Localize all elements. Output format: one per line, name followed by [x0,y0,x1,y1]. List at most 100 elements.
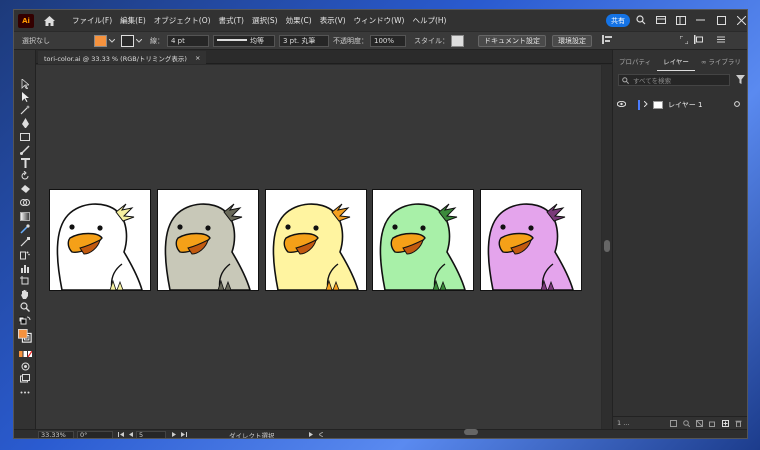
layer-row[interactable]: レイヤー 1 [613,98,747,112]
close-icon[interactable] [734,13,747,27]
first-artboard-icon[interactable] [118,431,124,438]
layer-count: 1 ... [617,419,630,427]
bird-illustration [164,203,251,290]
filter-icon[interactable] [736,75,745,86]
document-setup-button[interactable]: ドキュメント設定 [478,34,546,47]
chevron-down-icon[interactable] [135,37,143,45]
shape-builder-tool-icon[interactable] [18,196,32,208]
paintbrush-tool-icon[interactable] [18,144,32,156]
panel-menu-icon[interactable] [717,36,725,45]
tab-layers[interactable]: レイヤー [657,54,695,71]
transform-icon[interactable] [679,35,689,46]
symbol-sprayer-tool-icon[interactable] [18,249,32,261]
home-icon[interactable] [42,14,56,28]
gradient-tool-icon[interactable] [18,210,32,222]
chevron-right-icon[interactable] [643,100,648,109]
search-placeholder: すべてを検索 [633,77,672,85]
tab-properties[interactable]: プロパティ [613,54,657,70]
tab-libraries-label: ライブラリ [708,58,741,66]
new-layer-icon[interactable] [722,419,729,427]
horizontal-scroll-thumb[interactable] [464,429,478,435]
more-tools-icon[interactable] [18,386,32,398]
graphic-style-swatch[interactable] [451,34,464,47]
artboard-2[interactable] [157,189,259,291]
menu-window[interactable]: ウィンドウ(W) [350,10,409,31]
hand-tool-icon[interactable] [18,288,32,300]
tab-libraries[interactable]: ∞ ライブラリ [695,54,747,70]
status-menu-icon[interactable] [308,431,313,438]
artboard-4[interactable] [372,189,474,291]
workspace-icon[interactable] [674,13,688,27]
eraser-tool-icon[interactable] [18,183,32,195]
align-icon[interactable] [602,35,614,46]
canvas[interactable] [36,65,601,429]
selection-tool-icon[interactable] [18,78,32,90]
document-tab[interactable]: tori-color.ai @ 33.33 % (RGB/トリミング表示) × [38,51,207,64]
rotate-tool-icon[interactable] [18,170,32,182]
artboard-number-field[interactable]: 5 [136,430,166,438]
brush-dropdown[interactable]: 3 pt. 丸筆 [279,34,329,47]
eye-icon[interactable] [616,100,627,109]
share-button[interactable]: 共有 [606,14,630,27]
layers-search-input[interactable]: すべてを検索 [618,74,730,86]
previous-artboard-icon[interactable] [129,431,133,438]
locate-icon[interactable] [683,419,690,427]
rectangle-tool-icon[interactable] [18,131,32,143]
fill-stroke-swatches[interactable] [18,327,32,345]
stroke-style-dropdown[interactable]: 均等 [213,34,275,47]
opacity-field[interactable]: 100% [370,34,406,47]
color-mode-icon[interactable] [18,348,32,360]
maximize-icon[interactable] [714,13,728,27]
zoom-tool-icon[interactable] [18,301,32,313]
graph-tool-icon[interactable] [18,262,32,274]
search-icon[interactable] [634,13,648,27]
chevron-down-icon[interactable] [108,37,116,45]
magic-wand-tool-icon[interactable] [18,104,32,116]
direct-selection-tool-icon[interactable] [18,91,32,103]
close-tab-icon[interactable]: × [195,54,200,62]
new-sublayer-icon[interactable] [709,420,716,427]
type-tool-icon[interactable] [18,157,32,169]
trash-icon[interactable] [735,420,742,427]
distribute-icon[interactable] [694,35,705,46]
artboard-tool-icon[interactable] [18,275,32,287]
menu-object[interactable]: オブジェクト(O) [150,10,215,31]
preferences-button[interactable]: 環境設定 [552,34,592,47]
layer-thumbnail [653,101,663,109]
menu-type[interactable]: 書式(T) [215,10,248,31]
bird-eye-left [177,224,183,230]
vertical-scroll-thumb[interactable] [604,240,610,252]
stroke-color-swatch[interactable] [121,34,134,47]
zoom-value: 33.33% [41,431,66,439]
artboard-1[interactable] [49,189,151,291]
rotation-field[interactable]: 0° [77,430,113,439]
default-colors-icon[interactable] [18,314,32,326]
menu-view[interactable]: 表示(V) [316,10,350,31]
screen-mode-icon[interactable] [18,372,32,384]
rotation-value: 0° [80,431,88,439]
artboard-5[interactable] [480,189,582,291]
zoom-field[interactable]: 33.33% [38,430,74,439]
export-icon[interactable] [670,419,677,427]
next-artboard-icon[interactable] [172,431,176,438]
scroll-left-icon[interactable] [317,431,323,438]
eyedropper-tool-icon[interactable] [18,223,32,235]
menu-help[interactable]: ヘルプ(H) [408,10,450,31]
minimize-icon[interactable] [694,13,708,27]
layer-target-icon[interactable] [734,101,740,109]
bird-eye-left [285,224,291,230]
artboard-3[interactable] [265,189,367,291]
last-artboard-icon[interactable] [181,431,187,438]
blend-tool-icon[interactable] [18,236,32,248]
draw-mode-icon[interactable] [18,360,32,372]
fill-color-swatch[interactable] [94,34,107,47]
menu-edit[interactable]: 編集(E) [116,10,150,31]
clipping-mask-icon[interactable] [696,419,703,427]
cc-libraries-icon: ∞ [700,58,707,66]
stroke-weight-field[interactable]: 4 pt [167,34,209,47]
menu-file[interactable]: ファイル(F) [68,10,116,31]
menu-effect[interactable]: 効果(C) [282,10,316,31]
pen-tool-icon[interactable] [18,117,32,129]
menu-select[interactable]: 選択(S) [248,10,282,31]
arrange-icon[interactable] [654,13,668,27]
